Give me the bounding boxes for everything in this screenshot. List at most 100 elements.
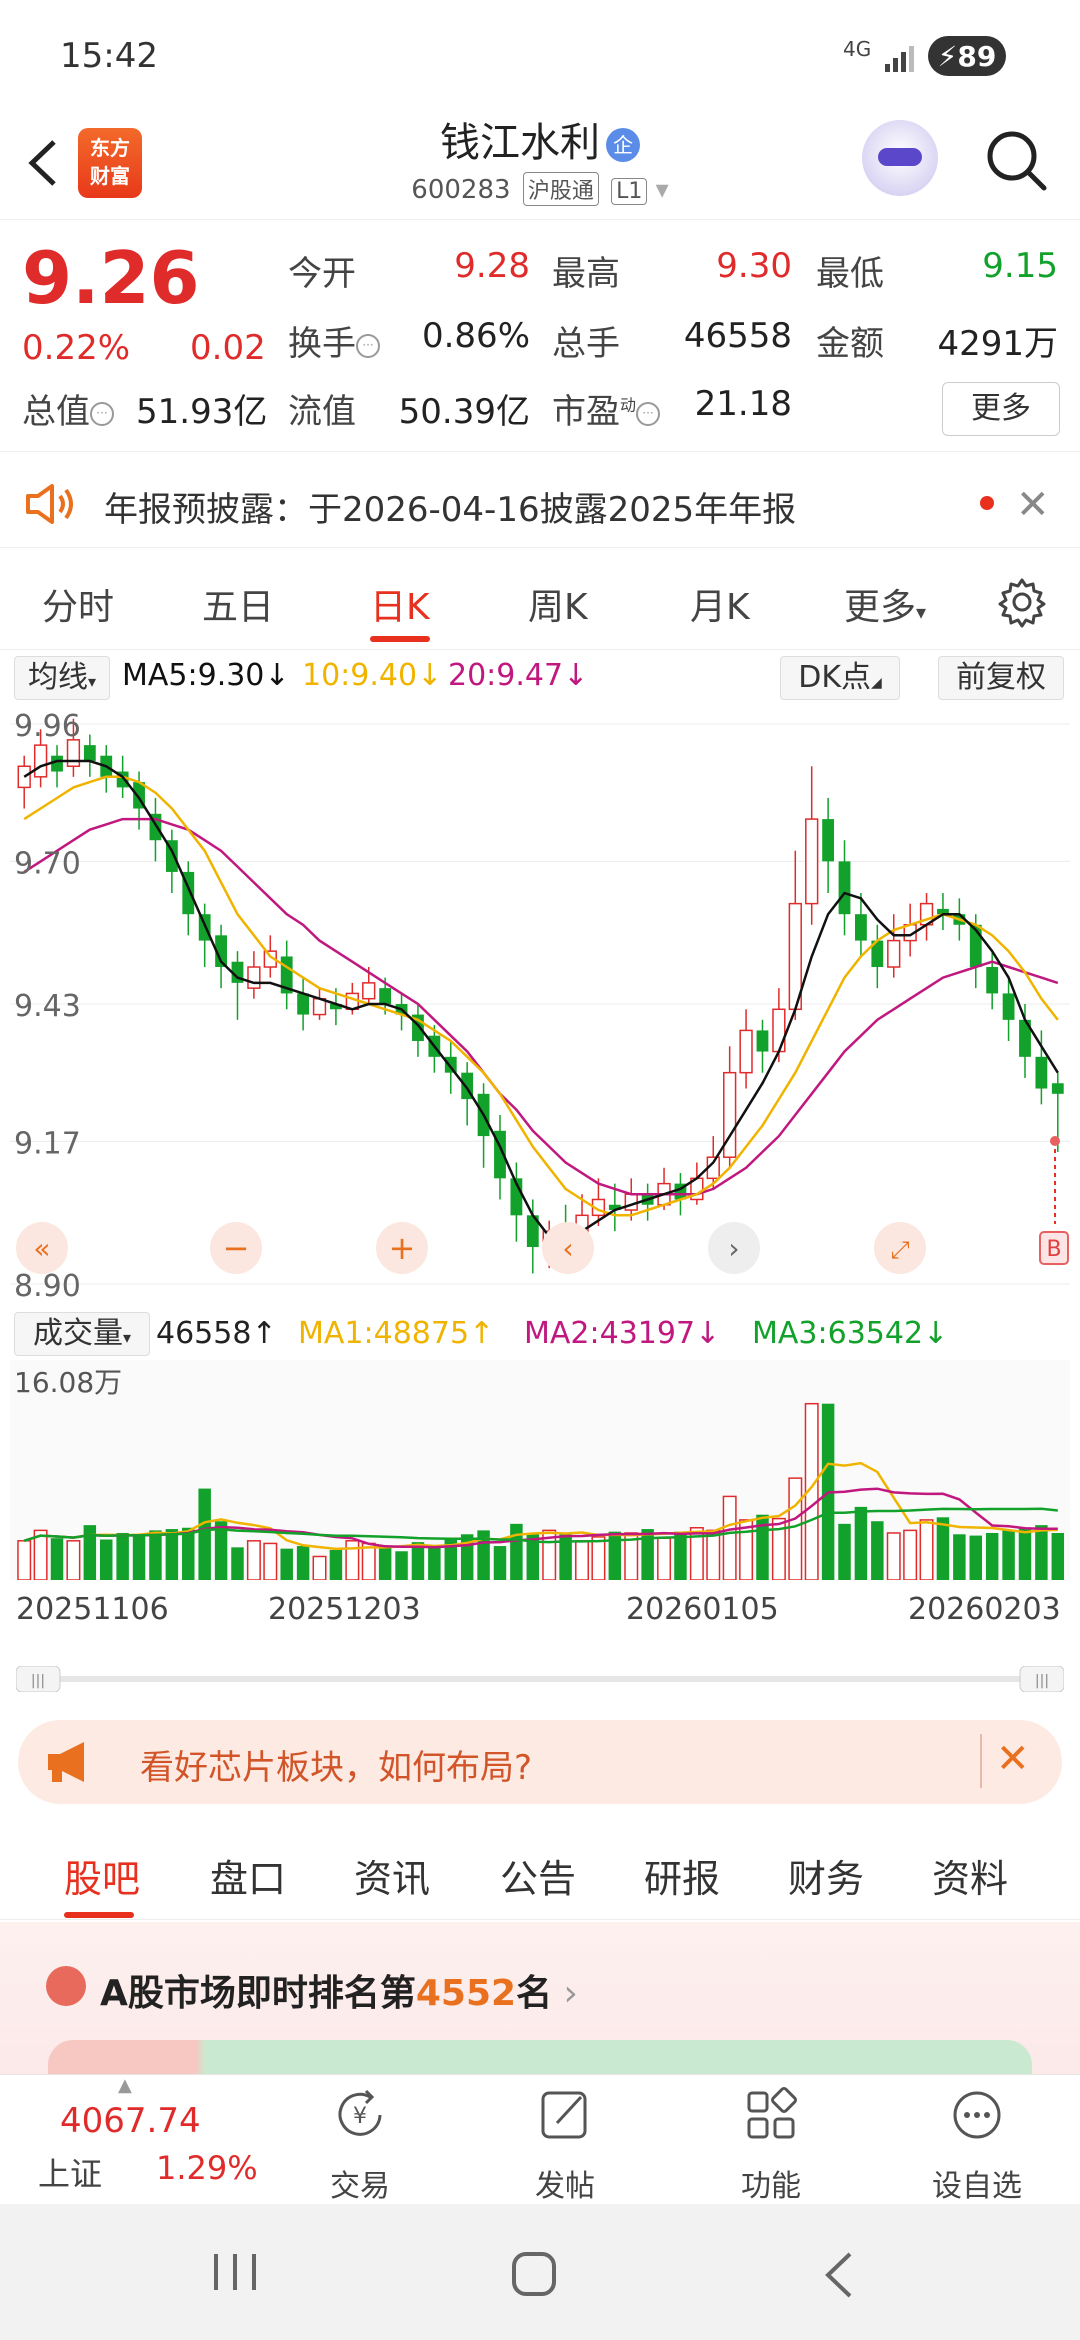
more-button[interactable]: 更多	[942, 382, 1060, 436]
b-marker-label: B	[1046, 1237, 1061, 1262]
dropdown-caret-icon: ▾	[122, 1328, 132, 1347]
volume-chart[interactable]: 16.08万	[10, 1360, 1070, 1580]
total-mv-label[interactable]: 总值 ···	[22, 384, 114, 433]
candlestick-series	[17, 718, 1064, 1274]
tab-intraday[interactable]: 分时	[42, 578, 114, 630]
plus-icon: +	[389, 1229, 416, 1267]
price-tick-label: 8.90	[14, 1269, 81, 1304]
search-icon[interactable]	[980, 124, 1052, 196]
back-icon[interactable]	[820, 2250, 860, 2300]
tab-news[interactable]: 资讯	[354, 1848, 430, 1903]
kline-grid	[10, 723, 1070, 1285]
settings-gear-icon[interactable]	[996, 576, 1048, 628]
dropdown-caret-icon: ▾	[87, 672, 97, 691]
ma10-line	[23, 775, 1059, 1217]
info-icon: ···	[356, 333, 380, 358]
candle-body	[247, 966, 261, 989]
tab-weekly-k[interactable]: 周K	[528, 578, 588, 630]
volume-bar	[788, 1477, 803, 1580]
tab-more-label: 更多	[844, 587, 917, 628]
volume-bar	[591, 1536, 606, 1580]
assistant-robot-icon[interactable]	[862, 120, 938, 196]
index-change: 1.29%	[156, 2149, 258, 2187]
tab-forum[interactable]: 股吧	[64, 1848, 140, 1903]
volume-bar	[706, 1529, 721, 1580]
nav-post[interactable]: 发帖	[510, 2085, 620, 2205]
svg-text:¥: ¥	[353, 2104, 367, 2129]
tab-more[interactable]: 更多▾	[844, 578, 926, 630]
volume-bar	[657, 1537, 672, 1580]
volume-bar	[871, 1521, 884, 1580]
volume-bar	[182, 1527, 195, 1580]
volume-bar	[641, 1529, 654, 1580]
volume-select-label: 成交量	[32, 1316, 123, 1351]
caret-up-icon: ▲	[118, 2075, 132, 2096]
nav-functions-label: 功能	[741, 2169, 801, 2204]
expand-icon: ⤢	[890, 1236, 909, 1264]
svg-text:|||: |||	[1035, 1673, 1049, 1689]
float-mv-label: 流值	[288, 392, 356, 432]
pe-label[interactable]: 市盈动 ···	[552, 384, 661, 433]
dk-point-button[interactable]: DK点◢	[780, 656, 900, 700]
turnover-label-text: 换手	[288, 324, 356, 364]
volume-bar	[17, 1540, 32, 1580]
status-time: 15:42	[60, 36, 158, 76]
home-icon[interactable]	[510, 2250, 560, 2300]
rank-chart-icon	[46, 1966, 86, 2006]
change-amount: 0.02	[190, 328, 266, 368]
volume-bar	[198, 1488, 211, 1580]
double-chevron-left-icon: «	[33, 1232, 50, 1265]
ma-select[interactable]: 均线▾	[14, 656, 110, 700]
promo-banner[interactable]: 看好芯片板块，如何布局? ✕	[18, 1720, 1062, 1804]
volume-bar	[165, 1529, 179, 1580]
total-mv-value: 51.93亿	[136, 392, 268, 432]
tab-financials[interactable]: 财务	[788, 1848, 864, 1903]
index-value[interactable]: 4067.74	[60, 2101, 201, 2141]
kline-chart[interactable]: 9.96 9.70 9.43 9.17 8.90 B « − + ‹ › ⤢	[10, 704, 1070, 1304]
float-mv-value: 50.39亿	[398, 392, 530, 432]
volume-bar	[854, 1506, 868, 1580]
notice-bar[interactable]: 年报预披露：于2026-04-16披露2025年年报 ✕	[0, 458, 1080, 548]
close-icon[interactable]: ✕	[996, 1736, 1030, 1782]
rank-prefix: A股市场即时排名第	[100, 1973, 416, 2014]
vol-ma2-text: MA2:43197	[524, 1316, 696, 1351]
kline-period-tabs: 分时 五日 日K 周K 月K 更多▾	[0, 560, 1080, 650]
volume-bar	[312, 1555, 327, 1580]
grid-icon	[747, 2087, 797, 2139]
tab-monthly-k[interactable]: 月K	[690, 578, 750, 630]
volume-bar	[969, 1535, 982, 1580]
edit-icon	[541, 2091, 587, 2139]
vol-ma3: MA3:63542↓	[752, 1316, 949, 1351]
trade-icon: ¥	[338, 2089, 382, 2136]
tab-orderbook[interactable]: 盘口	[210, 1848, 286, 1903]
active-tab-indicator	[370, 636, 430, 642]
dropdown-caret-icon: ▾	[916, 600, 927, 624]
quote-panel: 9.26 0.22% 0.02 今开 9.28 最高 9.30 最低 9.15 …	[0, 222, 1080, 452]
pe-value: 21.18	[694, 384, 792, 424]
volume-bar	[231, 1547, 244, 1580]
close-icon[interactable]: ✕	[1016, 482, 1050, 528]
tab-profile[interactable]: 资料	[932, 1848, 1008, 1903]
volume-select[interactable]: 成交量▾	[14, 1312, 150, 1356]
tab-announcements[interactable]: 公告	[500, 1848, 576, 1903]
info-icon: ···	[90, 401, 114, 426]
info-icon: ···	[636, 401, 661, 426]
volume-bar	[149, 1530, 162, 1580]
tab-five-day[interactable]: 五日	[202, 578, 274, 630]
signal-icon	[885, 46, 914, 72]
tab-research[interactable]: 研报	[644, 1848, 720, 1903]
adjust-button[interactable]: 前复权	[938, 656, 1064, 700]
candle-body	[855, 914, 867, 941]
tab-daily-k[interactable]: 日K	[370, 578, 430, 630]
volume-bar	[280, 1548, 293, 1580]
chart-range-scroller[interactable]: ||| |||	[16, 1666, 1064, 1692]
turnover-label[interactable]: 换手 ···	[288, 316, 380, 365]
bottom-nav: ▲ 4067.74 上证 1.29% ¥ 交易 发帖 功能 设自选	[0, 2074, 1080, 2204]
nav-functions[interactable]: 功能	[716, 2085, 826, 2205]
candle-body	[297, 993, 310, 1015]
rank-card[interactable]: A股市场即时排名第4552名 ›	[0, 1922, 1080, 2090]
nav-trade[interactable]: ¥ 交易	[305, 2085, 415, 2205]
nav-add-watchlist[interactable]: 设自选	[922, 2085, 1032, 2205]
candle-body	[805, 818, 819, 905]
recent-apps-icon[interactable]	[210, 2250, 260, 2294]
